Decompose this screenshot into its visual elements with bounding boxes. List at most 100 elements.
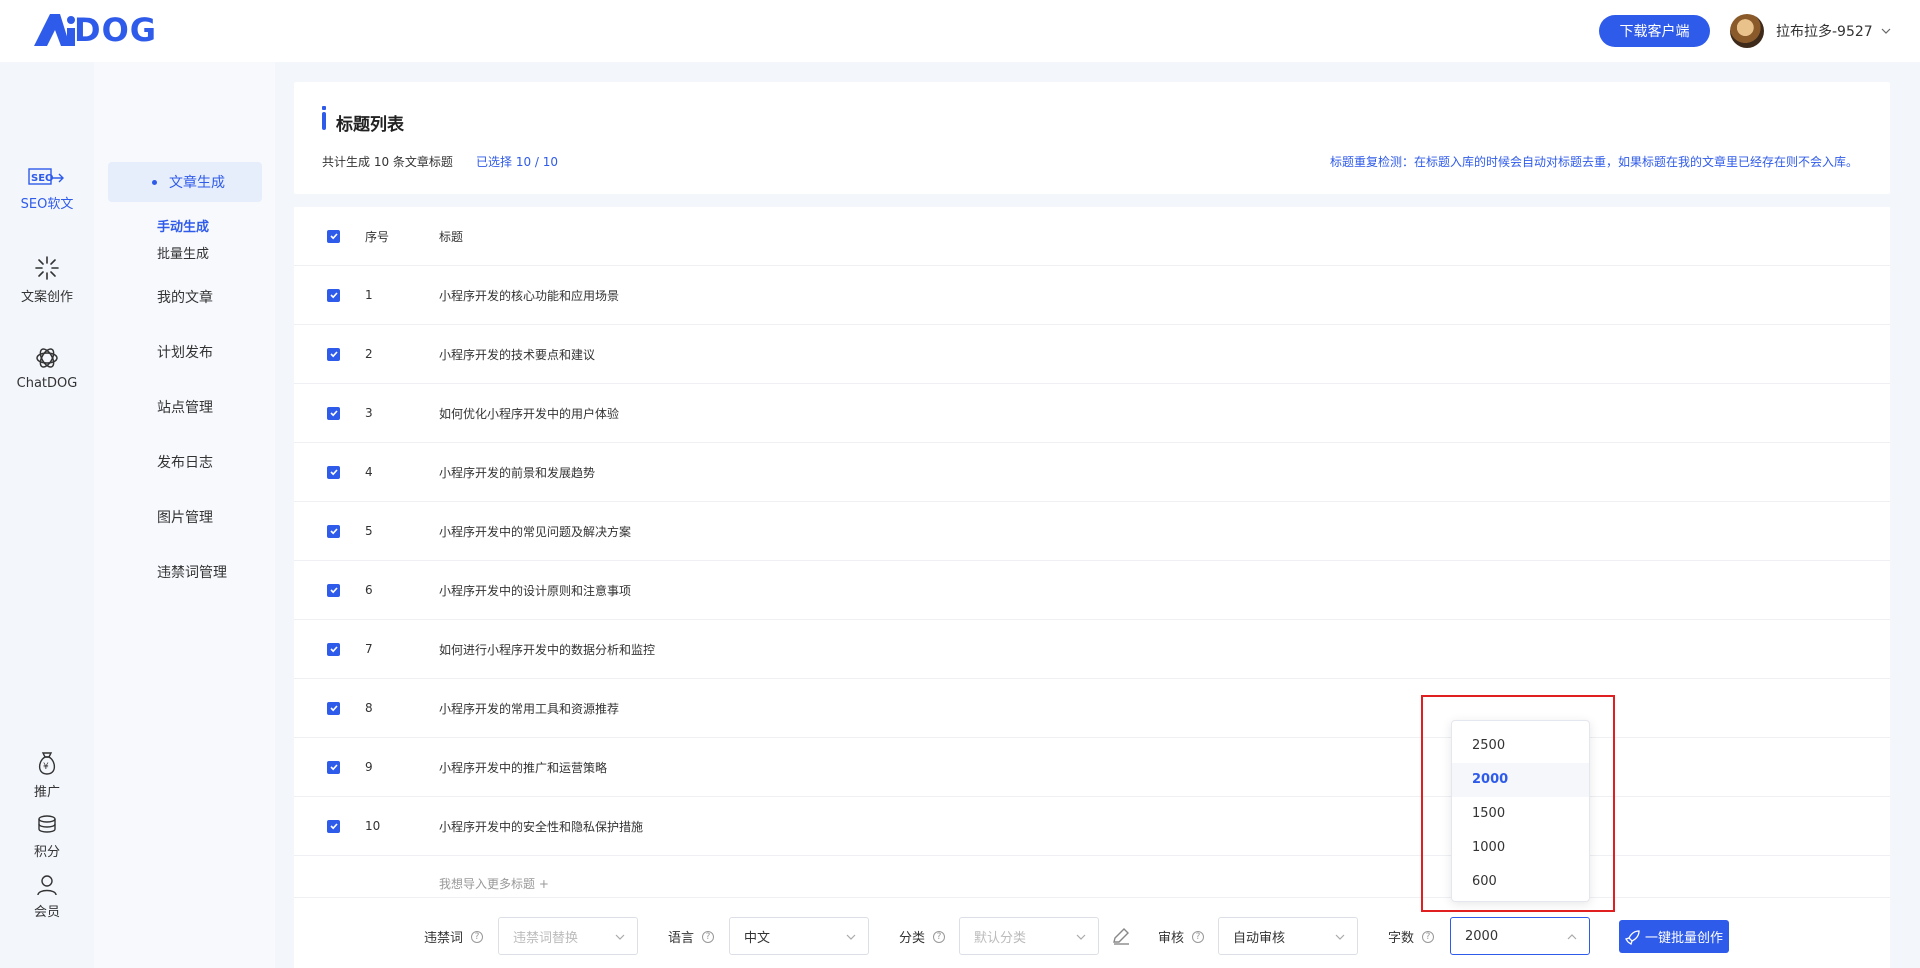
help-icon[interactable]: ?: [702, 930, 715, 943]
seo-icon: SEO: [28, 168, 64, 185]
import-more-titles-link[interactable]: 我想导入更多标题 +: [439, 875, 549, 892]
language-select[interactable]: 中文: [729, 917, 869, 955]
rail-label-points: 积分: [33, 845, 60, 860]
active-dot: [152, 179, 157, 185]
check-icon: [329, 705, 338, 712]
wordcount-label: 字数?: [1388, 927, 1435, 946]
sidebar-group-article-generation[interactable]: 文章生成: [108, 162, 262, 202]
row-title: 小程序开发中的推广和运营策略: [439, 760, 608, 775]
wordcount-value: 2000: [1465, 928, 1499, 944]
table-row[interactable]: 1 小程序开发的核心功能和应用场景: [294, 266, 1890, 325]
table-row[interactable]: 7 如何进行小程序开发中的数据分析和监控: [294, 620, 1890, 679]
user-menu[interactable]: 拉布拉多-9527: [1730, 13, 1891, 49]
table-row[interactable]: 10 小程序开发中的安全性和隐私保护措施: [294, 797, 1890, 856]
row-checkbox[interactable]: [327, 760, 340, 774]
edit-icon[interactable]: [1111, 926, 1131, 946]
table-row[interactable]: 2 小程序开发的技术要点和建议: [294, 325, 1890, 384]
top-bar: DOG 下载客户端 拉布拉多-9527: [0, 0, 1920, 62]
table-row[interactable]: 6 小程序开发中的设计原则和注意事项: [294, 561, 1890, 620]
logo-text: DOG: [74, 11, 158, 49]
help-icon[interactable]: ?: [471, 930, 484, 943]
rail-item-member[interactable]: 会员: [0, 874, 94, 920]
duplicate-check-note: 标题重复检测：在标题入库的时候会自动对标题去重，如果标题在我的文章里已经存在则不…: [1329, 155, 1858, 169]
bottom-toolbar: 违禁词? 违禁词替换 语言? 中文 分类? 默认分类 审核? 自动审核 字数? …: [294, 897, 1890, 968]
row-title: 如何进行小程序开发中的数据分析和监控: [439, 642, 656, 657]
row-title: 小程序开发中的安全性和隐私保护措施: [439, 819, 644, 834]
banned-words-label: 违禁词?: [424, 927, 484, 946]
rail-label-chatdog: ChatDOG: [16, 376, 78, 391]
row-index: 1: [365, 288, 373, 302]
row-checkbox[interactable]: [327, 583, 340, 597]
row-checkbox[interactable]: [327, 701, 340, 715]
rail-item-seo[interactable]: SEO SEO软文: [0, 166, 94, 212]
review-label: 审核?: [1158, 927, 1205, 946]
check-icon: [329, 469, 338, 476]
coins-icon: [38, 815, 56, 833]
category-placeholder: 默认分类: [974, 930, 1027, 946]
row-checkbox[interactable]: [327, 347, 340, 361]
column-header-index: 序号: [365, 229, 390, 244]
row-index: 3: [365, 406, 373, 420]
help-icon[interactable]: ?: [1422, 930, 1435, 943]
row-index: 6: [365, 583, 373, 597]
table-row[interactable]: 5 小程序开发中的常见问题及解决方案: [294, 502, 1890, 561]
row-index: 5: [365, 524, 373, 538]
row-index: 9: [365, 760, 373, 774]
check-icon: [329, 528, 338, 535]
secondary-sidebar: 文章生成 手动生成 批量生成 我的文章 计划发布 站点管理 发布日志 图片管理 …: [94, 62, 275, 968]
table-row[interactable]: 8 小程序开发的常用工具和资源推荐: [294, 679, 1890, 738]
avatar[interactable]: [1730, 14, 1764, 48]
title-table: 序号 标题 1 小程序开发的核心功能和应用场景 2 小程序开发的技术要点和建议 …: [294, 207, 1890, 968]
table-row[interactable]: 9 小程序开发中的推广和运营策略: [294, 738, 1890, 797]
category-label-text: 分类: [899, 931, 926, 946]
highlight-box: [1421, 695, 1615, 912]
row-title: 小程序开发中的常见问题及解决方案: [439, 524, 632, 539]
rail-item-points[interactable]: 积分: [0, 814, 94, 860]
row-checkbox[interactable]: [327, 819, 340, 833]
banned-words-placeholder: 违禁词替换: [513, 930, 579, 946]
category-select[interactable]: 默认分类: [959, 917, 1099, 955]
sidebar-item-batch-generation[interactable]: 批量生成: [157, 243, 209, 262]
banned-words-label-text: 违禁词: [424, 931, 464, 946]
sidebar-item-manual-generation[interactable]: 手动生成: [157, 216, 209, 235]
language-label-text: 语言: [668, 931, 695, 946]
check-icon: [329, 764, 338, 771]
help-icon[interactable]: ?: [1192, 930, 1205, 943]
rail-item-chatdog[interactable]: ChatDOG: [0, 345, 94, 391]
select-all-checkbox[interactable]: [327, 229, 340, 243]
chevron-down-icon: [615, 934, 625, 940]
rail-item-copywriting[interactable]: 文案创作: [0, 255, 94, 305]
sidebar-item-publish-log[interactable]: 发布日志: [157, 452, 213, 472]
money-bag-icon: ¥: [38, 752, 56, 775]
row-checkbox[interactable]: [327, 406, 340, 420]
row-checkbox[interactable]: [327, 288, 340, 302]
sidebar-group-label: 文章生成: [169, 175, 225, 191]
help-icon[interactable]: ?: [933, 930, 946, 943]
title-accent-bar: [322, 106, 326, 130]
sidebar-item-image-management[interactable]: 图片管理: [157, 507, 213, 527]
row-title: 小程序开发的前景和发展趋势: [439, 465, 596, 480]
row-checkbox[interactable]: [327, 642, 340, 656]
chevron-down-icon: [1881, 28, 1891, 34]
sidebar-item-my-articles[interactable]: 我的文章: [157, 287, 213, 307]
sparkle-icon: [35, 256, 59, 280]
sidebar-item-banned-words[interactable]: 违禁词管理: [157, 562, 227, 582]
table-row[interactable]: 4 小程序开发的前景和发展趋势: [294, 443, 1890, 502]
review-select[interactable]: 自动审核: [1218, 917, 1358, 955]
wordcount-select[interactable]: 2000: [1450, 917, 1590, 955]
row-checkbox[interactable]: [327, 524, 340, 538]
banned-words-select[interactable]: 违禁词替换: [498, 917, 638, 955]
rail-item-promote[interactable]: ¥ 推广: [0, 750, 94, 800]
table-row[interactable]: 3 如何优化小程序开发中的用户体验: [294, 384, 1890, 443]
chevron-down-icon: [1076, 934, 1086, 940]
row-checkbox[interactable]: [327, 465, 340, 479]
language-label: 语言?: [668, 927, 715, 946]
sidebar-item-site-management[interactable]: 站点管理: [157, 397, 213, 417]
download-client-button[interactable]: 下载客户端: [1599, 15, 1710, 47]
row-title: 小程序开发中的设计原则和注意事项: [439, 583, 632, 598]
logo[interactable]: DOG: [30, 10, 157, 50]
rail-label-promote: 推广: [33, 785, 60, 800]
batch-create-button[interactable]: 一键批量创作: [1619, 920, 1729, 953]
sidebar-item-scheduled-publish[interactable]: 计划发布: [157, 342, 213, 362]
category-label: 分类?: [899, 927, 946, 946]
